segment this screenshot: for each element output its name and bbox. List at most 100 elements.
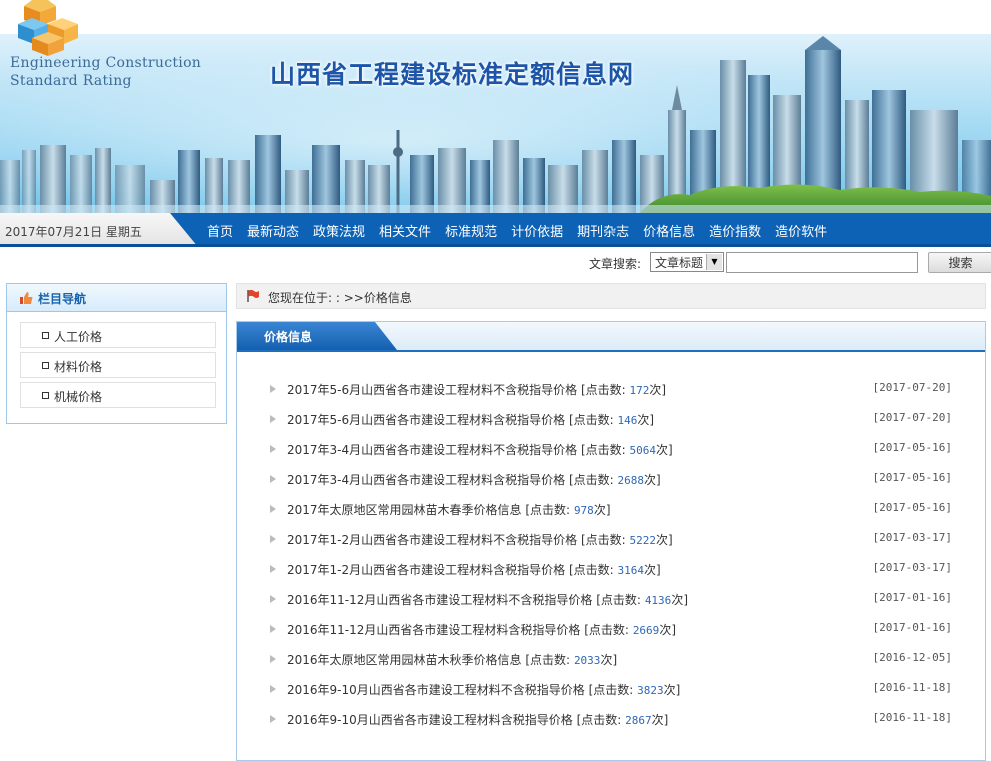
article-title[interactable]: 2016年11-12月山西省各市建设工程材料不含税指导价格: [287, 593, 592, 607]
chevron-down-icon[interactable]: ▼: [706, 254, 722, 270]
nav-item-standards[interactable]: 标准规范: [445, 221, 497, 240]
article-date: [2017-07-20]: [872, 411, 952, 424]
list-item: 2017年1-2月山西省各市建设工程材料含税指导价格 [点击数: 3164次][…: [270, 560, 952, 590]
nav-item-journals[interactable]: 期刊杂志: [577, 221, 629, 240]
article-date: [2016-12-05]: [872, 651, 952, 664]
site-title: 山西省工程建设标准定额信息网: [270, 60, 635, 89]
article-title[interactable]: 2016年11-12月山西省各市建设工程材料含税指导价格: [287, 623, 580, 637]
click-count-prefix: [点击数:: [568, 413, 614, 427]
article-title-link[interactable]: 2016年11-12月山西省各市建设工程材料不含税指导价格 [点击数: 4136…: [287, 591, 688, 608]
article-title-link[interactable]: 2016年太原地区常用园林苗木秋季价格信息 [点击数: 2033次]: [287, 651, 617, 668]
article-title-link[interactable]: 2017年1-2月山西省各市建设工程材料不含税指导价格 [点击数: 5222次]: [287, 531, 673, 548]
article-title-link[interactable]: 2016年9-10月山西省各市建设工程材料含税指导价格 [点击数: 2867次]: [287, 711, 668, 728]
nav-item-latest-news[interactable]: 最新动态: [247, 221, 299, 240]
main-menu: 首页 最新动态 政策法规 相关文件 标准规范 计价依据 期刊杂志 价格信息 造价…: [200, 221, 834, 240]
search-type-select[interactable]: 文章标题 ▼: [650, 252, 724, 272]
article-list: 2017年5-6月山西省各市建设工程材料不含税指导价格 [点击数: 172次][…: [270, 380, 952, 740]
article-title[interactable]: 2017年1-2月山西省各市建设工程材料不含税指导价格: [287, 533, 577, 547]
click-count-prefix: [点击数:: [588, 683, 634, 697]
sidebar-item-label: 人工价格: [54, 330, 103, 344]
click-count: 978: [573, 504, 594, 517]
article-title[interactable]: 2017年1-2月山西省各市建设工程材料含税指导价格: [287, 563, 565, 577]
list-item: 2017年5-6月山西省各市建设工程材料含税指导价格 [点击数: 146次] [2…: [270, 410, 952, 440]
sidebar-item-machinery-price[interactable]: 机械价格: [20, 382, 216, 408]
article-date: [2017-05-16]: [872, 441, 952, 454]
click-count: 2867: [625, 714, 652, 727]
list-item: 2016年11-12月山西省各市建设工程材料不含税指导价格 [点击数: 4136…: [270, 590, 952, 620]
article-title[interactable]: 2017年5-6月山西省各市建设工程材料不含税指导价格: [287, 383, 577, 397]
article-title-link[interactable]: 2016年11-12月山西省各市建设工程材料含税指导价格 [点击数: 2669次…: [287, 621, 676, 638]
click-count: 172: [629, 384, 650, 397]
article-title[interactable]: 2016年太原地区常用园林苗木秋季价格信息: [287, 653, 522, 667]
click-count-suffix: 次]: [663, 683, 681, 697]
article-date: [2017-07-20]: [872, 381, 952, 394]
click-count-suffix: 次]: [671, 593, 688, 607]
click-count-prefix: [点击数:: [580, 533, 626, 547]
click-count: 2669: [632, 624, 660, 637]
current-date: 2017年07月21日 星期五: [5, 225, 142, 239]
article-title-link[interactable]: 2017年5-6月山西省各市建设工程材料不含税指导价格 [点击数: 172次]: [287, 381, 666, 398]
click-count: 5064: [629, 444, 657, 457]
list-item: 2017年3-4月山西省各市建设工程材料不含税指导价格 [点击数: 5064次]…: [270, 440, 952, 470]
square-bullet-icon: [42, 362, 49, 369]
search-button[interactable]: 搜索: [928, 252, 991, 273]
article-date: [2017-05-16]: [872, 471, 952, 484]
nav-item-policies[interactable]: 政策法规: [313, 221, 365, 240]
nav-item-cost-index[interactable]: 造价指数: [709, 221, 761, 240]
sidebar-item-label: 材料价格: [54, 360, 103, 374]
list-item: 2017年太原地区常用园林苗木春季价格信息 [点击数: 978次] [2017-0…: [270, 500, 952, 530]
click-count: 5222: [629, 534, 657, 547]
article-title[interactable]: 2017年3-4月山西省各市建设工程材料含税指导价格: [287, 473, 565, 487]
click-count-prefix: [点击数:: [576, 713, 622, 727]
click-count-prefix: [点击数:: [525, 503, 571, 517]
click-count-suffix: 次]: [651, 713, 669, 727]
list-item: 2017年5-6月山西省各市建设工程材料不含税指导价格 [点击数: 172次] […: [270, 380, 952, 410]
article-title-link[interactable]: 2017年太原地区常用园林苗木春季价格信息 [点击数: 978次]: [287, 501, 611, 518]
article-title-link[interactable]: 2017年3-4月山西省各市建设工程材料不含税指导价格 [点击数: 5064次]: [287, 441, 673, 458]
article-date: [2016-11-18]: [872, 681, 952, 694]
click-count-prefix: [点击数:: [580, 443, 626, 457]
list-item: 2016年9-10月山西省各市建设工程材料含税指导价格 [点击数: 2867次]…: [270, 710, 952, 740]
article-title[interactable]: 2017年太原地区常用园林苗木春季价格信息: [287, 503, 522, 517]
article-date: [2017-05-16]: [872, 501, 952, 514]
article-title[interactable]: 2017年5-6月山西省各市建设工程材料含税指导价格: [287, 413, 565, 427]
nav-item-home[interactable]: 首页: [207, 221, 233, 240]
flag-icon: [247, 289, 259, 302]
click-count: 2688: [617, 474, 645, 487]
click-count: 146: [617, 414, 638, 427]
nav-item-pricing-basis[interactable]: 计价依据: [511, 221, 563, 240]
click-count-suffix: 次]: [644, 563, 661, 577]
article-title[interactable]: 2016年9-10月山西省各市建设工程材料不含税指导价格: [287, 683, 585, 697]
click-count-suffix: 次]: [649, 383, 667, 397]
article-title-link[interactable]: 2017年5-6月山西省各市建设工程材料含税指导价格 [点击数: 146次]: [287, 411, 654, 428]
sidebar-item-material-price[interactable]: 材料价格: [20, 352, 216, 378]
article-title[interactable]: 2017年3-4月山西省各市建设工程材料不含税指导价格: [287, 443, 577, 457]
click-count: 3823: [637, 684, 664, 697]
click-count-prefix: [点击数:: [568, 473, 614, 487]
list-item: 2016年太原地区常用园林苗木秋季价格信息 [点击数: 2033次] [2016-…: [270, 650, 952, 680]
nav-item-price-info[interactable]: 价格信息: [643, 221, 695, 240]
nav-item-related-docs[interactable]: 相关文件: [379, 221, 431, 240]
triangle-bullet-icon: [270, 385, 276, 393]
triangle-bullet-icon: [270, 685, 276, 693]
article-title-link[interactable]: 2017年1-2月山西省各市建设工程材料含税指导价格 [点击数: 3164次]: [287, 561, 661, 578]
sidebar-header: 栏目导航: [7, 284, 226, 312]
sidebar-item-labor-price[interactable]: 人工价格: [20, 322, 216, 348]
article-date: [2017-03-17]: [872, 561, 952, 574]
click-count-prefix: [点击数:: [568, 563, 614, 577]
triangle-bullet-icon: [270, 445, 276, 453]
article-title-link[interactable]: 2017年3-4月山西省各市建设工程材料含税指导价格 [点击数: 2688次]: [287, 471, 661, 488]
click-count-suffix: 次]: [656, 533, 673, 547]
click-count-suffix: 次]: [644, 473, 661, 487]
nav-item-cost-software[interactable]: 造价软件: [775, 221, 827, 240]
triangle-bullet-icon: [270, 505, 276, 513]
triangle-bullet-icon: [270, 655, 276, 663]
article-title-link[interactable]: 2016年9-10月山西省各市建设工程材料不含税指导价格 [点击数: 3823次…: [287, 681, 680, 698]
date-box: 2017年07月21日 星期五: [0, 213, 198, 247]
panel-header: 价格信息: [237, 322, 985, 352]
tab-price-info: 价格信息: [237, 322, 397, 350]
click-count: 3164: [617, 564, 645, 577]
search-input[interactable]: [726, 252, 918, 273]
click-count-suffix: 次]: [637, 413, 655, 427]
article-title[interactable]: 2016年9-10月山西省各市建设工程材料含税指导价格: [287, 713, 573, 727]
